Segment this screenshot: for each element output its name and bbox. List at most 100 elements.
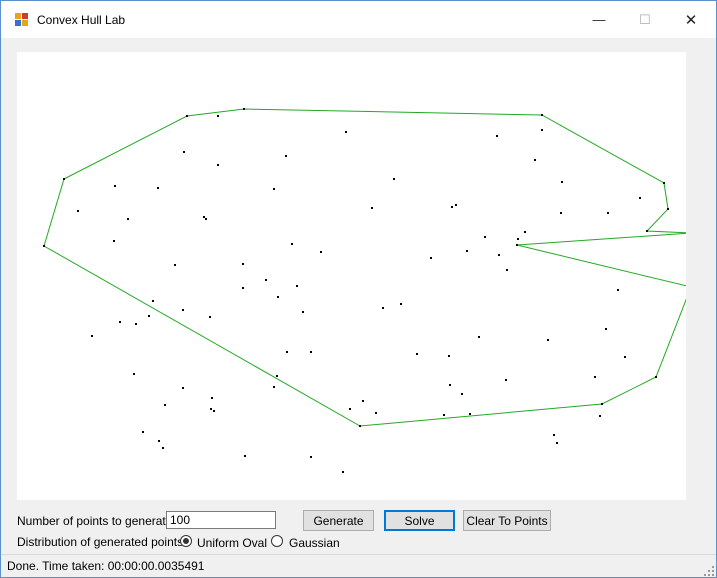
data-point	[451, 206, 453, 208]
data-point	[217, 164, 219, 166]
data-point	[371, 207, 373, 209]
uniform-oval-radio[interactable]	[180, 535, 192, 547]
close-button[interactable]: ✕	[668, 1, 714, 38]
data-point	[455, 204, 457, 206]
status-bar: Done. Time taken: 00:00:00.0035491	[1, 554, 716, 577]
data-point	[599, 415, 601, 417]
hull-vertex-point	[655, 376, 657, 378]
data-point	[203, 216, 205, 218]
hull-vertex-point	[663, 182, 665, 184]
data-point	[484, 236, 486, 238]
data-point	[594, 376, 596, 378]
data-point	[469, 413, 471, 415]
data-point	[342, 471, 344, 473]
data-point	[448, 355, 450, 357]
data-point	[213, 410, 215, 412]
drawing-canvas[interactable]	[17, 52, 692, 500]
data-point	[205, 218, 207, 220]
data-point	[416, 353, 418, 355]
data-point	[310, 351, 312, 353]
data-point	[211, 397, 213, 399]
data-point	[91, 335, 93, 337]
data-point	[375, 412, 377, 414]
hull-vertex-point	[186, 115, 188, 117]
data-point	[553, 434, 555, 436]
data-point	[265, 279, 267, 281]
data-point	[345, 131, 347, 133]
data-point	[393, 178, 395, 180]
data-point	[461, 393, 463, 395]
data-point	[506, 269, 508, 271]
data-point	[547, 339, 549, 341]
maximize-button[interactable]: ☐	[622, 1, 668, 38]
data-point	[113, 240, 115, 242]
data-point	[119, 321, 121, 323]
hull-vertex-point	[646, 230, 648, 232]
data-point	[517, 238, 519, 240]
data-point	[382, 307, 384, 309]
data-point	[182, 309, 184, 311]
gaussian-radio[interactable]	[271, 535, 283, 547]
data-point	[310, 456, 312, 458]
status-text: Done. Time taken: 00:00:00.0035491	[7, 559, 205, 573]
hull-vertex-point	[667, 208, 669, 210]
data-point	[148, 315, 150, 317]
data-point	[182, 387, 184, 389]
data-point	[496, 135, 498, 137]
data-point	[561, 181, 563, 183]
data-point	[244, 455, 246, 457]
data-point	[209, 316, 211, 318]
data-point	[114, 185, 116, 187]
gaussian-label[interactable]: Gaussian	[289, 536, 340, 550]
data-point	[560, 212, 562, 214]
title-bar[interactable]: Convex Hull Lab — ☐ ✕	[1, 1, 716, 38]
data-point	[276, 375, 278, 377]
data-point	[541, 129, 543, 131]
resize-grip-icon[interactable]	[704, 566, 714, 576]
main-window: Convex Hull Lab — ☐ ✕ Number of points t…	[0, 0, 717, 578]
data-point	[152, 300, 154, 302]
controls-panel: Number of points to generate: Generate S…	[1, 501, 716, 553]
data-point	[556, 442, 558, 444]
data-point	[449, 384, 451, 386]
data-point	[217, 115, 219, 117]
data-point	[164, 404, 166, 406]
generate-button[interactable]: Generate	[303, 510, 374, 531]
data-point	[285, 155, 287, 157]
data-point	[286, 351, 288, 353]
data-point	[296, 285, 298, 287]
data-point	[142, 431, 144, 433]
hull-vertex-point	[601, 403, 603, 405]
data-point	[349, 408, 351, 410]
hull-plot	[43, 108, 692, 473]
app-icon	[15, 13, 29, 27]
minimize-button[interactable]: —	[576, 1, 622, 38]
data-point	[430, 257, 432, 259]
convex-hull-outline	[43, 108, 692, 427]
solve-button[interactable]: Solve	[384, 510, 455, 531]
num-points-input[interactable]	[166, 511, 276, 529]
data-point	[524, 231, 526, 233]
data-point	[273, 188, 275, 190]
hull-vertex-point	[63, 178, 65, 180]
data-point	[320, 251, 322, 253]
data-point	[162, 447, 164, 449]
num-points-label: Number of points to generate:	[17, 514, 176, 528]
clear-to-points-button[interactable]: Clear To Points	[463, 510, 551, 531]
data-point	[362, 400, 364, 402]
hull-vertex-point	[243, 108, 245, 110]
data-point	[607, 212, 609, 214]
data-point	[273, 386, 275, 388]
hull-vertex-point	[359, 425, 361, 427]
data-point	[77, 210, 79, 212]
uniform-oval-label[interactable]: Uniform Oval	[197, 536, 267, 550]
hull-vertex-point	[516, 244, 518, 246]
data-point	[498, 254, 500, 256]
data-point	[443, 414, 445, 416]
data-point	[183, 151, 185, 153]
data-point	[534, 159, 536, 161]
data-point	[291, 243, 293, 245]
data-point	[478, 336, 480, 338]
data-point	[174, 264, 176, 266]
data-point	[302, 311, 304, 313]
